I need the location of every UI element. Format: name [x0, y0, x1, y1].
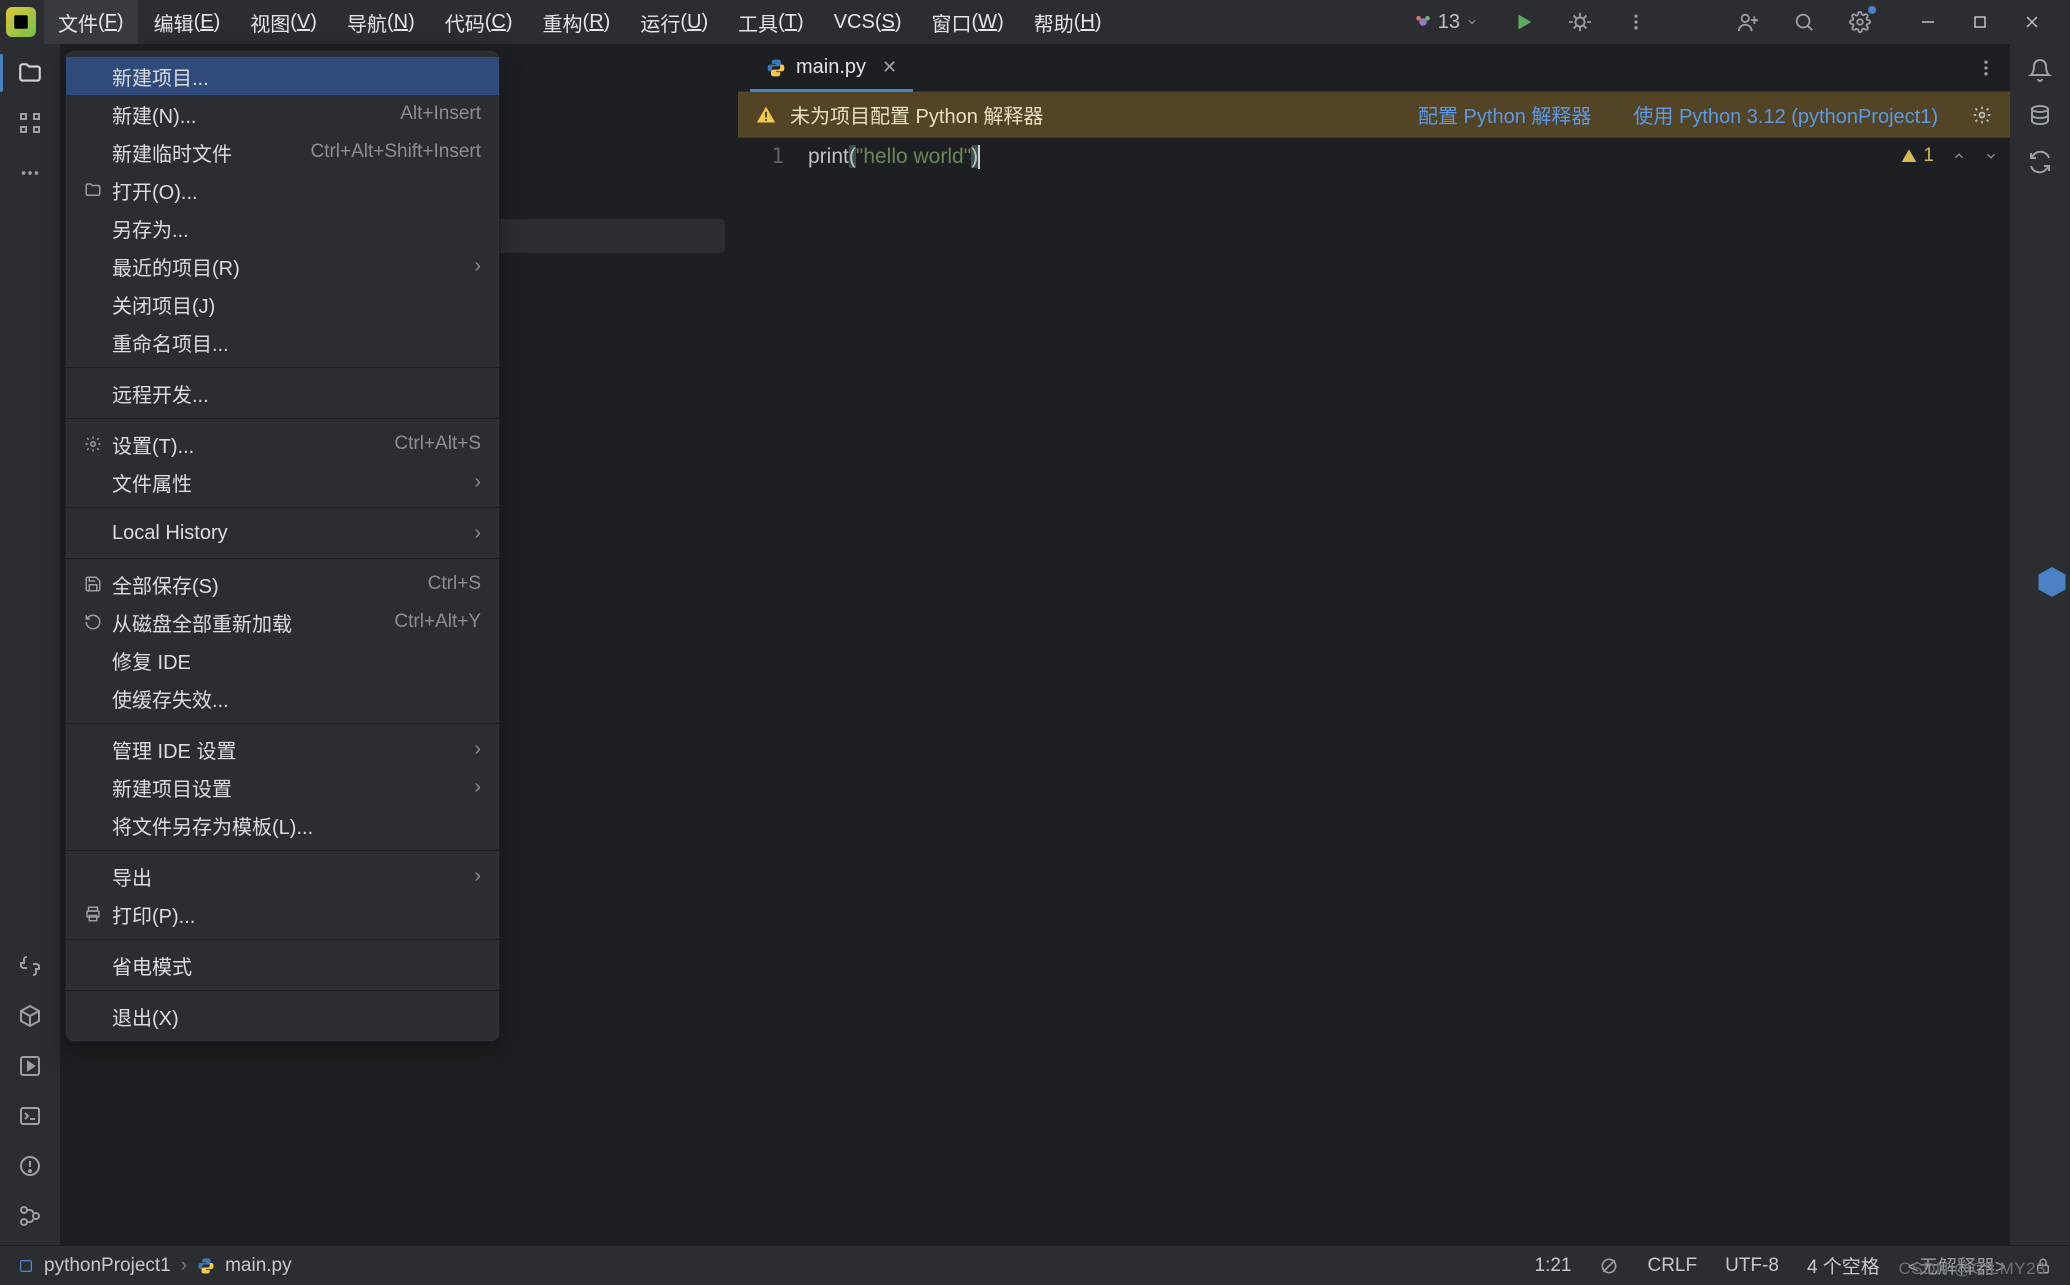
menu-invalidate[interactable]: 使缓存失效... [66, 679, 499, 717]
menu-settings[interactable]: 设置(T)...Ctrl+Alt+S [66, 425, 499, 463]
menu-close-project[interactable]: 关闭项目(J) [66, 285, 499, 323]
menubar: 文件(F) 编辑(E) 视图(V) 导航(N) 代码(C) 重构(R) 运行(U… [0, 0, 2070, 44]
link-configure-interpreter[interactable]: 配置 Python 解释器 [1418, 100, 1591, 129]
menu-window[interactable]: 窗口(W) [918, 0, 1018, 44]
window-maximize[interactable] [1956, 2, 2004, 42]
printer-icon [84, 905, 112, 923]
menu-export[interactable]: 导出› [66, 857, 499, 895]
window-close[interactable] [2008, 2, 2056, 42]
file-menu-dropdown: 新建项目... 新建(N)...Alt+Insert 新建临时文件Ctrl+Al… [65, 50, 500, 1042]
menu-new-scratch[interactable]: 新建临时文件Ctrl+Alt+Shift+Insert [66, 133, 499, 171]
tool-gutter-right [2010, 44, 2070, 1245]
menu-manage-ide[interactable]: 管理 IDE 设置› [66, 730, 499, 768]
menu-edit[interactable]: 编辑(E) [140, 0, 235, 44]
tool-gutter-left [0, 44, 60, 1245]
menu-new-project-settings[interactable]: 新建项目设置› [66, 768, 499, 806]
breadcrumb[interactable]: pythonProject1 › main.py [18, 1255, 292, 1277]
tab-main-py[interactable]: main.py ✕ [750, 44, 913, 91]
gear-icon[interactable] [1840, 2, 1880, 42]
problems-icon[interactable] [15, 1151, 45, 1181]
tab-label: main.py [796, 56, 866, 79]
code-editor[interactable]: 1 print("hello world") 1 [738, 138, 2010, 1245]
menu-print[interactable]: 打印(P)... [66, 895, 499, 933]
menubar-right: 13 [1404, 2, 2064, 42]
chevron-down-icon[interactable] [1984, 149, 1998, 163]
save-icon [84, 575, 112, 593]
python-console-icon[interactable] [15, 951, 45, 981]
ai-assistant-icon[interactable] [2034, 564, 2070, 600]
menu-exit[interactable]: 退出(X) [66, 997, 499, 1035]
close-icon[interactable]: ✕ [882, 57, 897, 78]
menu-save-all[interactable]: 全部保存(S)Ctrl+S [66, 565, 499, 603]
menu-save-as[interactable]: 另存为... [66, 209, 499, 247]
status-crossed-icon[interactable] [1599, 1256, 1619, 1276]
vcs-icon[interactable] [15, 1201, 45, 1231]
menu-file[interactable]: 文件(F) [44, 0, 138, 44]
gear-icon [84, 435, 112, 453]
menu-power-save[interactable]: 省电模式 [66, 946, 499, 984]
menu-save-template[interactable]: 将文件另存为模板(L)... [66, 806, 499, 844]
menu-file-props[interactable]: 文件属性› [66, 463, 499, 501]
chevron-up-icon[interactable] [1952, 149, 1966, 163]
menu-navigate[interactable]: 导航(N) [333, 0, 429, 44]
menu-repair[interactable]: 修复 IDE [66, 641, 499, 679]
status-linesep[interactable]: CRLF [1647, 1255, 1697, 1277]
banner-gear-icon[interactable] [1972, 105, 1992, 125]
menu-local-history[interactable]: Local History› [66, 514, 499, 552]
play-icon[interactable] [1504, 2, 1544, 42]
warning-icon [756, 105, 776, 125]
menu-reload[interactable]: 从磁盘全部重新加载Ctrl+Alt+Y [66, 603, 499, 641]
folder-icon [84, 181, 112, 199]
code-line[interactable]: print("hello world") [798, 138, 2010, 1245]
line-number: 1 [738, 138, 798, 1245]
terminal-icon[interactable] [15, 1101, 45, 1131]
status-position[interactable]: 1:21 [1535, 1255, 1572, 1277]
statusbar: pythonProject1 › main.py 1:21 CRLF UTF-8… [0, 1245, 2070, 1285]
database-icon[interactable] [2028, 104, 2052, 128]
window-minimize[interactable] [1904, 2, 1952, 42]
sync-icon[interactable] [2028, 150, 2052, 174]
menu-new[interactable]: 新建(N)...Alt+Insert [66, 95, 499, 133]
python-file-icon [766, 58, 786, 78]
menu-refactor[interactable]: 重构(R) [529, 0, 625, 44]
menu-rename[interactable]: 重命名项目... [66, 323, 499, 361]
banner-message: 未为项目配置 Python 解释器 [790, 100, 1376, 129]
watermark: CSDN @CILMY23 [1898, 1259, 2046, 1279]
project-tool-icon[interactable] [15, 58, 45, 88]
run-config-chip[interactable]: 13 [1404, 11, 1488, 34]
debug-icon[interactable] [1560, 2, 1600, 42]
menu-open[interactable]: 打开(O)... [66, 171, 499, 209]
kebab-icon[interactable] [1616, 2, 1656, 42]
menu-remote-dev[interactable]: 远程开发... [66, 374, 499, 412]
tab-kebab-icon[interactable] [1976, 58, 1996, 78]
menu-code[interactable]: 代码(C) [431, 0, 527, 44]
menu-new-project[interactable]: 新建项目... [66, 57, 499, 95]
more-tool-icon[interactable] [15, 158, 45, 188]
menu-tools[interactable]: 工具(T) [724, 0, 818, 44]
notifications-icon[interactable] [2028, 58, 2052, 82]
menu-vcs[interactable]: VCS(S) [820, 0, 916, 44]
editor-area: main.py ✕ 未为项目配置 Python 解释器 配置 Python 解释… [738, 44, 2010, 1245]
menu-recent[interactable]: 最近的项目(R)› [66, 247, 499, 285]
menu-run[interactable]: 运行(U) [626, 0, 722, 44]
editor-tabs: main.py ✕ [738, 44, 2010, 92]
app-icon [6, 7, 36, 37]
packages-icon[interactable] [15, 1001, 45, 1031]
interpreter-banner: 未为项目配置 Python 解释器 配置 Python 解释器 使用 Pytho… [738, 92, 2010, 138]
menu-view[interactable]: 视图(V) [236, 0, 331, 44]
search-icon[interactable] [1784, 2, 1824, 42]
menu-help[interactable]: 帮助(H) [1020, 0, 1116, 44]
status-encoding[interactable]: UTF-8 [1725, 1255, 1779, 1277]
structure-tool-icon[interactable] [15, 108, 45, 138]
link-use-interpreter[interactable]: 使用 Python 3.12 (pythonProject1) [1633, 100, 1938, 129]
collab-icon[interactable] [1728, 2, 1768, 42]
refresh-icon [84, 613, 112, 631]
inspection-widget[interactable]: 1 [1901, 145, 1998, 167]
services-icon[interactable] [15, 1051, 45, 1081]
status-indent[interactable]: 4 个空格 [1807, 1252, 1880, 1279]
